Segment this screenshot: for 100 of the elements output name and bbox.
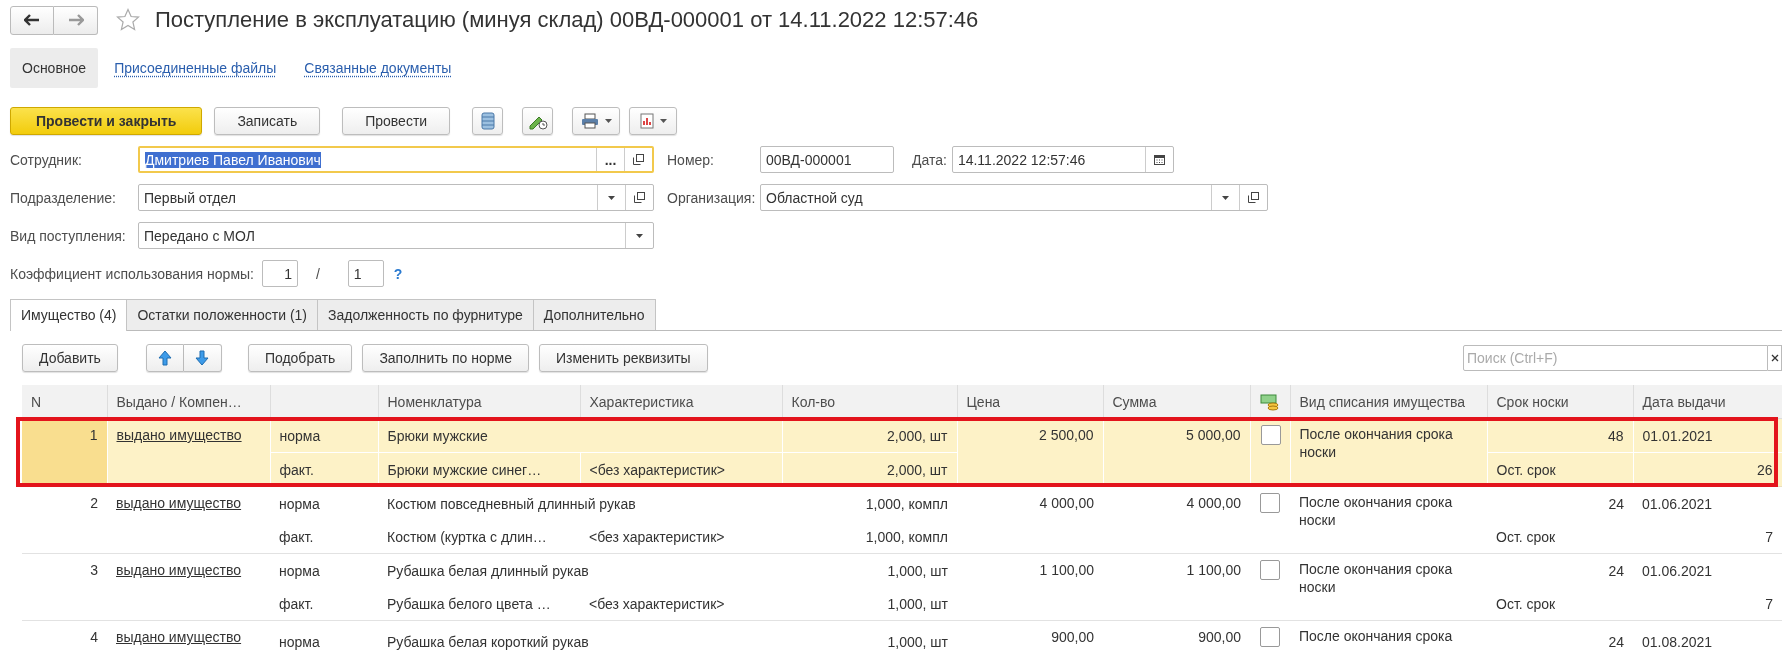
checkbox[interactable] (1260, 560, 1280, 580)
command-button[interactable]: Провести (342, 107, 451, 135)
back-arrow-icon (24, 14, 40, 26)
organization-field[interactable]: Областной суд (760, 184, 1268, 211)
money-icon (1260, 392, 1280, 411)
table-command-button[interactable]: Заполнить по норме (362, 344, 529, 372)
table-cell: После окончания срока носки (1290, 553, 1487, 621)
table-cell-text: 1,000, компл (864, 494, 949, 514)
table-cell: 7 (1633, 587, 1782, 621)
column-header[interactable]: Выдано / Компен… (107, 385, 270, 419)
checkbox[interactable] (1260, 627, 1280, 647)
table-cell: 1,000, шт (782, 587, 957, 621)
column-header[interactable]: Кол-во (782, 385, 957, 419)
print-button[interactable] (572, 107, 621, 135)
tab[interactable]: Задолженность по фурнитуре (317, 299, 534, 330)
tab[interactable]: Имущество (4) (10, 299, 128, 331)
caret-icon (604, 119, 612, 123)
issued-link[interactable]: выдано имущество (116, 562, 242, 578)
nav-tab[interactable]: Основное (10, 48, 99, 88)
line-label: факт. (270, 587, 378, 621)
issued-link[interactable]: выдано имущество (116, 629, 242, 645)
column-header[interactable]: Срок носки (1487, 385, 1633, 419)
denominator-field[interactable]: 1 (347, 260, 384, 287)
report-icon (639, 113, 654, 129)
nav-tab[interactable]: Связанные документы (292, 48, 464, 88)
column-header[interactable]: Вид списания имущества (1290, 385, 1487, 419)
table-command-button[interactable]: Изменить реквизиты (538, 344, 708, 372)
help-link[interactable]: ? (393, 265, 403, 282)
nav-tab[interactable]: Присоединенные файлы (102, 48, 289, 88)
add-button[interactable]: Добавить (22, 344, 118, 372)
dropdown-icon (636, 233, 643, 238)
line-label: норма (270, 620, 378, 660)
table-cell: 24 (1487, 553, 1633, 587)
division-field[interactable]: Первый отдел (138, 184, 654, 211)
move-down-button[interactable] (183, 344, 222, 372)
field-label: Коэффициент использования нормы: (10, 265, 254, 282)
table-cell: Рубашка белого цвета … (378, 587, 580, 621)
column-header[interactable]: Дата выдачи (1633, 385, 1782, 419)
back-button[interactable] (10, 5, 54, 35)
down-arrow-icon (195, 350, 210, 366)
table-cell: 900,00 (957, 620, 1103, 660)
edit-history-button[interactable] (522, 107, 554, 135)
table-cell: 1 100,00 (1103, 553, 1250, 621)
table-cell: <без характеристик> (580, 520, 782, 554)
star-icon[interactable] (116, 8, 140, 32)
employee-field[interactable]: Дмитриев Павел Иванович ... (138, 146, 654, 173)
window-title: Поступление в эксплуатацию (минуя склад) 00ВД-000001 от 14.11.2022 12:57:46 (155, 7, 979, 33)
receipt-type-field[interactable]: Передано с МОЛ (138, 222, 654, 249)
table-cell: 1,000, компл (782, 520, 957, 554)
line-label: Ост. срок (1487, 587, 1633, 621)
tab[interactable]: Дополнительно (532, 299, 656, 330)
table-cell: 01.08.2021 (1633, 620, 1782, 660)
list-button[interactable] (472, 107, 504, 135)
column-header[interactable]: N (22, 385, 107, 419)
calendar-icon (1153, 154, 1165, 165)
line-label: факт. (270, 520, 378, 554)
dropdown-icon (1222, 195, 1229, 200)
table-cell: Костюм (куртка с длин… (378, 520, 580, 554)
table-cell: <без характеристик> (580, 587, 782, 621)
table-cell: 900,00 (1103, 620, 1250, 660)
issued-link[interactable]: выдано имущество (116, 495, 242, 511)
row-number: 3 (22, 553, 107, 621)
move-up-button[interactable] (145, 344, 184, 372)
table-row[interactable]: 4 выдано имущество норма Рубашка белая короткий рукав 1,000, шт 900,00 900,00 После окончания срока 24 01.08.2021 (22, 620, 1782, 660)
table-cell-text: Костюм повседневный длинный рукав (386, 494, 637, 514)
tab[interactable]: Остатки положенности (1) (126, 299, 318, 330)
number-field[interactable]: 00ВД-000001 (760, 146, 894, 173)
clear-search-button[interactable] (1768, 345, 1782, 371)
row-number: 2 (22, 486, 107, 554)
row-number: 4 (22, 620, 107, 660)
field-label: Подразделение: (10, 189, 117, 206)
table-cell: 7 (1633, 520, 1782, 554)
table-cell: 1 100,00 (957, 553, 1103, 621)
table-cell: 1,000, шт (782, 553, 957, 587)
column-header[interactable]: Сумма (1103, 385, 1250, 419)
table-cell: После окончания срока носки (1290, 486, 1487, 554)
list-icon (480, 112, 495, 130)
command-button[interactable]: Записать (214, 107, 321, 135)
table-cell: 1,000, шт (782, 620, 957, 660)
search-field[interactable]: Поиск (Ctrl+F) (1463, 345, 1768, 371)
numerator-field[interactable]: 1 (261, 260, 298, 287)
checkbox[interactable] (1260, 425, 1281, 445)
line-label: норма (270, 553, 378, 587)
separator: / (315, 265, 320, 282)
field-label: Дата: (912, 151, 947, 168)
table-cell: 4 000,00 (957, 486, 1103, 554)
command-button[interactable]: Провести и закрыть (10, 107, 203, 135)
field-label: Сотрудник: (10, 151, 83, 168)
checkbox[interactable] (1260, 493, 1280, 513)
column-header[interactable]: Номенклатура (378, 385, 580, 419)
table-cell: 01.06.2021 (1633, 553, 1782, 587)
table-cell-text: 24 (1607, 494, 1625, 514)
table-command-button[interactable]: Подобрать (247, 344, 353, 372)
issued-link[interactable]: выдано имущество (116, 427, 242, 443)
table-cell: 01.06.2021 (1633, 486, 1782, 520)
field-label: Организация: (667, 189, 757, 206)
report-button[interactable] (629, 107, 678, 135)
column-header[interactable]: Цена (957, 385, 1103, 419)
date-field[interactable]: 14.11.2022 12:57:46 (951, 146, 1174, 173)
column-header[interactable]: Характеристика (580, 385, 782, 419)
